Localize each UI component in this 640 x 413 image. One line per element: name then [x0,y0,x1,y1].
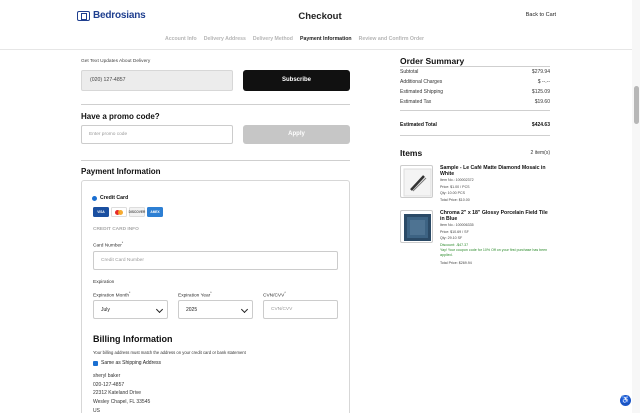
credit-card-radio[interactable]: Credit Card [92,195,128,201]
address-line: 020-127-4857 [93,381,125,388]
summary-label: Subtotal [400,69,419,75]
item-qty: Qty: 10.00 PCS [440,191,465,196]
exp-year-value: 2025 [186,307,198,313]
steps-divider [0,49,640,50]
scrollbar-track[interactable] [632,0,640,413]
item-number: Item No.: 100002372 [440,178,474,182]
summary-row-total: Estimated Total $424.63 [400,122,550,128]
card-logos: VISA DISCOVER AMEX [93,207,163,217]
mosaic-sample-icon [403,168,432,197]
total-label: Estimated Total [400,122,437,128]
item-name[interactable]: Chroma 2" x 18" Glossy Porcelain Field T… [440,210,552,222]
cvv-input[interactable]: CVN/CVV [263,300,338,319]
item-name[interactable]: Sample - Le Café Matte Diamond Mosaic in… [440,165,552,177]
summary-row-subtotal: Subtotal $279.94 [400,69,550,75]
address-line: sheryl baker [93,373,121,379]
payment-title: Payment Information [81,167,161,176]
item-thumbnail[interactable] [400,210,433,243]
summary-divider [400,135,550,136]
summary-value: $125.09 [531,89,550,95]
cvv-label: CVN/CVV* [263,291,286,299]
billing-address: sheryl baker 020-127-4857 22312 Kateland… [93,372,150,413]
chevron-down-icon [240,305,249,314]
text-updates-label: Get Text Updates About Delivery [81,59,151,64]
phone-input[interactable]: (020) 127-4857 [81,70,233,91]
item-discount: Discount: -$47.37 [440,242,469,247]
items-count: 2 item(s) [530,150,550,156]
promo-applied-note: Yay! Your coupon code for 10% Off on you… [440,248,548,258]
billing-title: Billing Information [93,334,173,344]
mastercard-icon [111,207,127,217]
card-number-input[interactable]: Credit Card Number [93,251,338,270]
item-meta: Item No.: 100002372 Price: $1.00 / PCS Q… [440,177,474,203]
summary-label: Additional Charges [400,79,443,85]
item-thumbnail[interactable] [400,165,433,198]
step-delivery-method[interactable]: Delivery Method [253,36,293,42]
cc-info-heading: CREDIT CARD INFO [93,227,139,232]
promo-title: Have a promo code? [81,112,160,121]
summary-row-tax: Estimated Tax $19.60 [400,99,550,105]
summary-row-shipping: Estimated Shipping $125.09 [400,89,550,95]
summary-divider [400,110,550,111]
item-price: Price: $1.00 / PCS [440,184,470,189]
items-title: Items [400,148,423,158]
amex-icon: AMEX [147,207,163,217]
item-qty: Qty: 29.10 SF [440,236,463,241]
visa-icon: VISA [93,207,109,217]
exp-year-label: Expiration Year* [178,291,212,299]
accessibility-icon[interactable]: ♿ [620,395,631,406]
summary-row-additional: Additional Charges $ --.-- [400,79,550,85]
exp-month-select[interactable]: July [93,300,168,319]
checkbox-checked-icon [93,360,98,366]
card-number-label: Card Number* [93,241,124,249]
item-meta: Item No.: 100006335 Price: $10.69 / SF Q… [440,222,556,267]
chevron-down-icon [155,305,164,314]
step-account-info[interactable]: Account Info [165,36,197,42]
exp-month-label: Expiration Month* [93,291,131,299]
billing-note: Your billing address must match the addr… [93,350,246,355]
summary-label: Estimated Tax [400,99,432,105]
item-price: Price: $10.69 / SF [440,229,469,234]
expiration-label: Expiration [93,280,115,285]
section-divider [81,104,350,105]
item-number: Item No.: 100006335 [440,223,474,227]
summary-value: $19.60 [534,99,550,105]
address-line: US [93,407,100,413]
address-line: Wesley Chapel, FL 33545 [93,399,151,406]
address-line: 22312 Kateland Drive [93,390,142,397]
summary-divider [400,66,550,67]
step-payment-information[interactable]: Payment Information [300,36,352,42]
step-delivery-address[interactable]: Delivery Address [204,36,246,42]
site-header: Bedrosians Checkout Back to Cart [0,0,640,33]
scrollbar-thumb[interactable] [634,86,639,124]
step-review-confirm: Review and Confirm Order [358,36,425,42]
summary-label: Estimated Shipping [400,89,444,95]
order-summary-title: Order Summary [400,56,465,66]
total-value: $424.63 [531,122,550,128]
section-divider [81,160,350,161]
same-as-shipping-checkbox[interactable]: Same as Shipping Address [93,360,161,366]
credit-card-label: Credit Card [100,195,129,201]
blue-tile-icon [404,214,431,241]
promo-code-input[interactable]: Enter promo code [81,125,233,144]
exp-year-select[interactable]: 2025 [178,300,253,319]
discover-icon: DISCOVER [129,207,145,217]
item-total: Total Price: $10.00 [440,197,470,202]
same-as-shipping-label: Same as Shipping Address [101,360,162,366]
checkout-steps: Account Info Delivery Address Delivery M… [165,36,424,42]
back-to-cart-link[interactable]: Back to Cart [526,12,556,18]
item-total: Total Price: $269.94 [440,260,472,265]
summary-value: $279.94 [531,69,550,75]
exp-month-value: July [101,307,110,313]
subscribe-button[interactable]: Subscribe [243,70,350,91]
summary-value: $ --.-- [537,79,550,85]
radio-selected-icon [92,195,97,201]
apply-promo-button[interactable]: Apply [243,125,350,144]
